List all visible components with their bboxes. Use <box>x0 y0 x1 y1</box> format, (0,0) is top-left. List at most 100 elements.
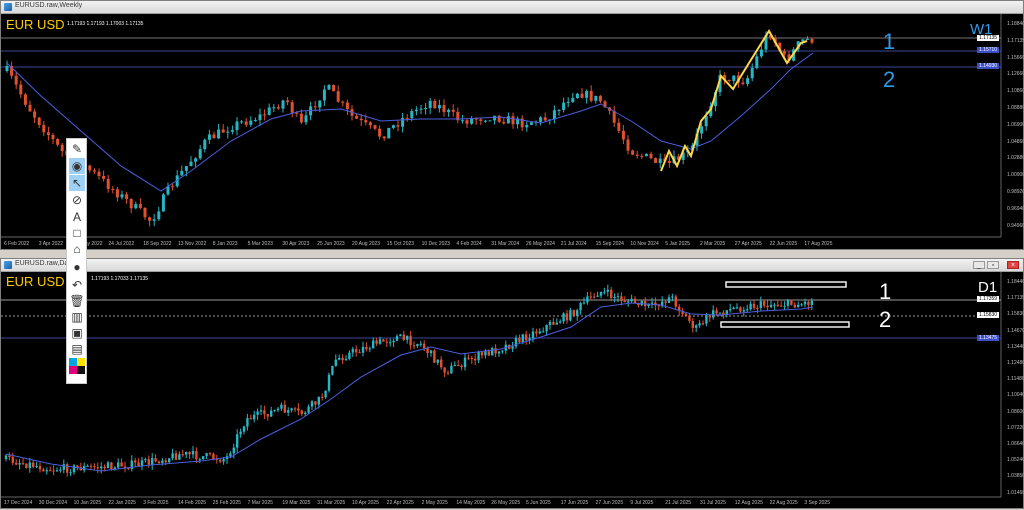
weekly-price-chart[interactable] <box>1 1 1024 251</box>
text-icon[interactable]: A <box>69 209 85 225</box>
candle-body <box>589 91 593 101</box>
candle-body <box>807 301 810 305</box>
candle-body <box>100 466 103 469</box>
dot-icon[interactable]: ● <box>69 259 85 275</box>
candle-body <box>42 125 46 133</box>
candle-body <box>575 93 579 99</box>
candle-body <box>280 404 283 409</box>
candle-body <box>511 116 515 125</box>
candle-body <box>222 459 225 462</box>
candle-body <box>631 150 635 155</box>
y-tick-label: 1.02880 <box>1007 155 1024 162</box>
candle-body <box>4 455 8 459</box>
candle-body <box>236 434 239 448</box>
drawing-toolbar[interactable]: ✎ ◉ ↖ ⊘ A □ ⌂ ● ↶ 🗑 ▥ ▣ ▤ <box>66 138 87 384</box>
candle-body <box>180 170 184 176</box>
candle-body <box>810 300 813 305</box>
y-tick-label: 1.17135 <box>1007 37 1024 44</box>
x-tick-label: 10 Jan 2025 <box>73 500 102 506</box>
candle-body <box>480 352 484 356</box>
clipboard-icon[interactable]: ▤ <box>69 341 85 357</box>
candle-body <box>552 321 555 325</box>
candle-body <box>586 296 589 303</box>
daily-zone-2-rectangle[interactable] <box>720 321 850 328</box>
candle-body <box>355 349 358 353</box>
candle-body <box>467 357 470 359</box>
candle-body <box>715 310 718 314</box>
y-tick-label: 1.12480 <box>1007 360 1024 366</box>
cursor-icon[interactable]: ↖ <box>69 175 85 191</box>
y-tick-label: 1.11480 <box>1007 376 1024 383</box>
x-tick-label: 8 Jan 2023 <box>212 241 238 247</box>
candle-body <box>463 357 467 368</box>
candle-body <box>640 300 643 306</box>
candle-body <box>451 109 455 112</box>
candle-body <box>664 301 667 303</box>
candle-body <box>424 108 428 110</box>
x-tick-label: 22 Jan 2025 <box>108 500 136 506</box>
x-tick-label: 22 Apr 2025 <box>386 500 414 506</box>
y-tick-label: 1.08880 <box>1007 105 1024 111</box>
candle-body <box>755 56 759 68</box>
no-draw-icon[interactable]: ⊘ <box>69 192 85 208</box>
candle-body <box>399 334 402 337</box>
candle-body <box>102 175 106 179</box>
eye-icon[interactable]: ◉ <box>69 158 85 174</box>
candle-body <box>491 348 494 356</box>
candle-body <box>620 296 623 301</box>
ruler-icon[interactable]: ⌂ <box>69 241 85 257</box>
candle-body <box>548 321 552 326</box>
candle-body <box>37 117 41 126</box>
camera-icon[interactable]: ▣ <box>69 325 85 341</box>
candle-body <box>446 372 450 374</box>
brush-icon[interactable]: ▥ <box>69 309 85 325</box>
trash-icon[interactable]: 🗑 <box>69 293 85 309</box>
daily-price-chart[interactable] <box>1 259 1024 510</box>
candle-body <box>674 296 677 307</box>
y-tick-label: 1.15830 <box>1007 311 1024 318</box>
candle-body <box>253 120 257 122</box>
x-tick-label: 5 Jun 2025 <box>526 500 551 506</box>
candle-body <box>617 122 621 131</box>
candle-body <box>483 120 487 122</box>
candle-body <box>596 295 599 297</box>
candle-body <box>610 289 613 298</box>
candle-body <box>189 161 193 167</box>
color-palette-icon[interactable] <box>69 358 85 374</box>
candle-body <box>137 462 140 467</box>
candle-body <box>460 120 464 122</box>
candle-body <box>580 93 584 98</box>
daily-zone-1-rectangle[interactable] <box>725 281 847 288</box>
y-tick-label: 1.06640 <box>1007 441 1024 447</box>
x-tick-label: 15 Sep 2024 <box>595 241 624 247</box>
y-tick-label: 1.14670 <box>1007 327 1024 334</box>
rectangle-icon[interactable]: □ <box>69 225 85 241</box>
candle-body <box>566 101 570 103</box>
daily-chart-window[interactable]: EURUSD.raw,Daily _ ▫ × EUR USD 1.17193 1… <box>0 258 1024 509</box>
candle-body <box>283 404 286 413</box>
candle-body <box>351 349 354 353</box>
weekly-chart-window[interactable]: EURUSD.raw,Weekly EUR USD 1.17193 1.1719… <box>0 0 1024 250</box>
x-tick-label: 22 Jun 2025 <box>769 241 798 247</box>
candle-body <box>174 453 178 460</box>
candle-body <box>497 351 501 354</box>
pen-icon[interactable]: ✎ <box>69 141 85 157</box>
candle-body <box>314 401 317 405</box>
candle-body <box>138 204 142 208</box>
candle-body <box>52 470 55 472</box>
x-tick-label: 14 May 2025 <box>456 500 486 506</box>
candle-body <box>144 459 147 461</box>
x-tick-label: 5 Jan 2025 <box>665 241 690 247</box>
candle-body <box>598 95 602 102</box>
candle-body <box>484 351 487 356</box>
candle-body <box>221 129 225 133</box>
candle-body <box>5 66 9 71</box>
candle-body <box>746 78 750 85</box>
x-tick-label: 4 Feb 2024 <box>456 241 482 247</box>
undo-icon[interactable]: ↶ <box>69 277 85 293</box>
candle-body <box>800 304 803 306</box>
candle-body <box>256 411 259 415</box>
candle-body <box>259 410 263 412</box>
candle-body <box>382 136 386 139</box>
candle-body <box>151 458 154 465</box>
